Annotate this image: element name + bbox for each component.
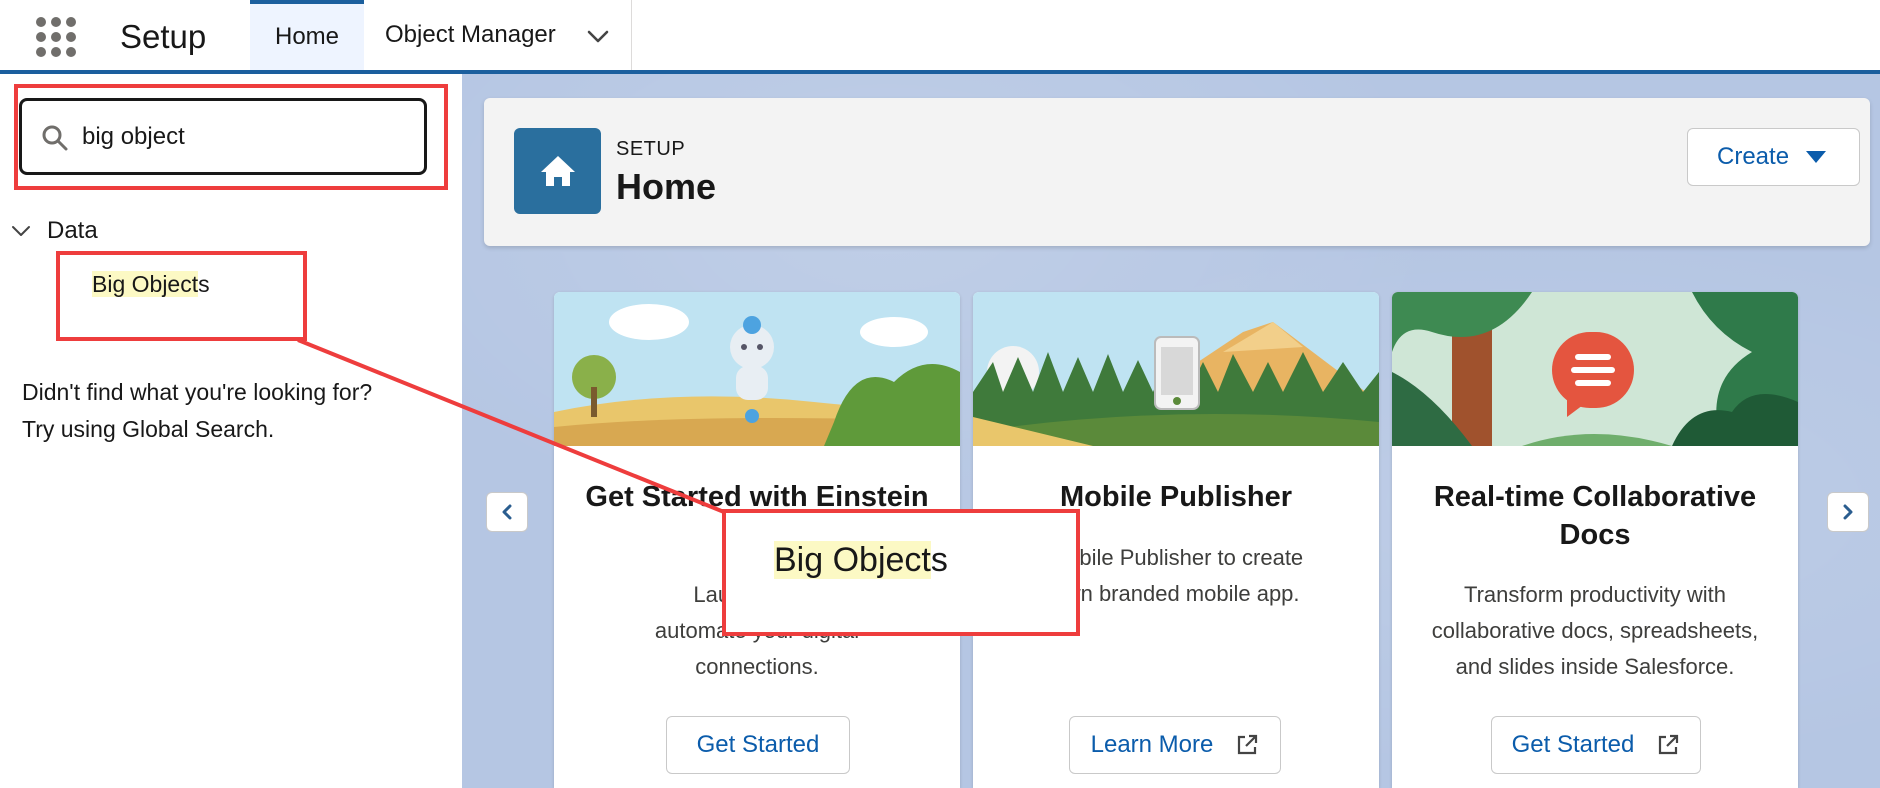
chevron-down-icon — [12, 226, 30, 236]
card-button-label: Get Started — [1511, 731, 1635, 758]
card-button-label: Get Started — [696, 731, 820, 758]
app-launcher-icon[interactable] — [34, 15, 78, 59]
get-started-button[interactable]: Get Started — [666, 716, 850, 774]
callout-highlight: Big Object — [774, 541, 931, 579]
card-desc-line: collaborative docs, spreadsheets, — [1431, 618, 1759, 643]
annotation-callout: Big Objects — [722, 509, 1080, 636]
create-button-label: Create — [1717, 143, 1790, 170]
search-match-highlight: Big Object — [92, 271, 199, 297]
global-header: Setup Home Object Manager — [0, 0, 1880, 74]
chevron-left-icon — [502, 504, 512, 520]
card-collaborative-docs: Real-time Collaborative Docs Transform p… — [1392, 292, 1798, 788]
chevron-down-icon[interactable] — [584, 22, 612, 50]
page-header: SETUP Home Create — [484, 98, 1870, 246]
quick-find-box[interactable] — [19, 98, 427, 175]
mobile-publisher-illustration — [973, 292, 1379, 446]
setup-sidebar: Data Big Objects Didn't find what you're… — [0, 74, 462, 788]
external-link-icon — [1238, 734, 1258, 755]
create-button[interactable]: Create — [1687, 128, 1860, 186]
page-eyebrow: SETUP — [616, 138, 686, 160]
carousel-prev-button[interactable] — [486, 492, 528, 532]
get-started-button[interactable]: Get Started — [1491, 716, 1701, 774]
tree-item-label-rest: s — [198, 271, 210, 297]
no-results-line2: Try using Global Search. — [22, 416, 275, 442]
tree-item-big-objects[interactable]: Big Objects — [92, 271, 210, 298]
no-results-line1: Didn't find what you're looking for? — [22, 379, 373, 405]
app-name: Setup — [120, 18, 207, 55]
quick-find-input[interactable] — [82, 122, 402, 151]
callout-label-rest: s — [930, 541, 948, 579]
collaborative-docs-illustration — [1392, 292, 1798, 446]
card-description: Transform productivity with collaborativ… — [1412, 577, 1778, 685]
card-desc-line: and slides inside Salesforce. — [1455, 654, 1735, 679]
tab-home[interactable]: Home — [250, 0, 364, 70]
search-icon — [42, 125, 68, 151]
tree-group-data[interactable]: Data — [10, 214, 98, 248]
tab-object-manager-label: Object Manager — [385, 21, 556, 48]
carousel-next-button[interactable] — [1827, 492, 1869, 532]
page-title: Home — [616, 166, 717, 207]
card-desc-line: connections. — [695, 654, 819, 679]
tab-object-manager[interactable]: Object Manager — [364, 0, 632, 70]
learn-more-button[interactable]: Learn More — [1069, 716, 1281, 774]
tree-group-label: Data — [47, 217, 98, 244]
card-button-label: Learn More — [1090, 731, 1214, 758]
setup-home-main: SETUP Home Create Get Started with Einst… — [462, 74, 1880, 788]
card-desc-line: Transform productivity with — [1463, 582, 1727, 607]
no-results-message: Didn't find what you're looking for? Try… — [22, 374, 442, 448]
einstein-illustration — [554, 292, 960, 446]
caret-down-icon — [1806, 151, 1826, 163]
home-icon — [514, 128, 601, 214]
callout-label: Big Objects — [774, 541, 948, 580]
tab-home-label: Home — [274, 23, 340, 50]
external-link-icon — [1659, 734, 1679, 755]
chevron-right-icon — [1843, 504, 1853, 520]
card-title: Real-time Collaborative Docs — [1433, 481, 1757, 551]
